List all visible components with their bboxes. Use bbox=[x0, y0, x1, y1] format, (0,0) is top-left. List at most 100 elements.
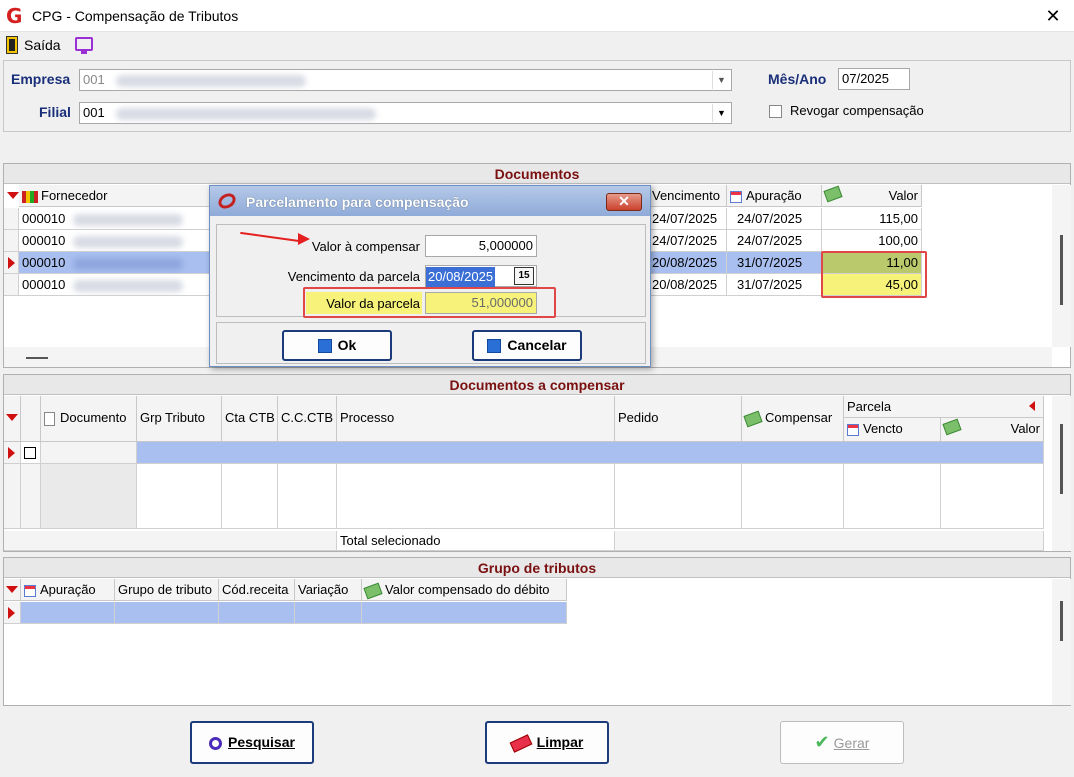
empty-cell bbox=[137, 464, 222, 529]
cell-vencimento[interactable]: 24/07/2025 bbox=[649, 230, 727, 252]
filter-panel: Empresa 001 ▼ Filial 001 ▼ Mês/Ano 07/20… bbox=[3, 60, 1071, 132]
cell-apuracao[interactable] bbox=[21, 602, 115, 624]
row-indicator[interactable] bbox=[4, 274, 19, 296]
revogar-checkbox[interactable] bbox=[769, 105, 782, 118]
cancelar-button[interactable]: Cancelar bbox=[472, 330, 582, 361]
col-grupo-tributo[interactable]: Grupo de tributo bbox=[115, 579, 219, 601]
vertical-scrollbar[interactable] bbox=[1052, 396, 1071, 551]
monitor-icon[interactable] bbox=[75, 37, 93, 54]
exit-door-icon[interactable] bbox=[6, 36, 18, 54]
row-indicator[interactable] bbox=[4, 208, 19, 230]
chevron-down-icon[interactable]: ▼ bbox=[712, 71, 730, 89]
cell-grupo[interactable] bbox=[115, 602, 219, 624]
ok-button[interactable]: Ok bbox=[282, 330, 392, 361]
col-parcela-valor[interactable]: Valor bbox=[941, 418, 1044, 442]
pesquisar-button[interactable]: Pesquisar bbox=[190, 721, 314, 764]
col-valor[interactable]: Valor bbox=[822, 185, 922, 207]
mes-ano-input[interactable]: 07/2025 bbox=[838, 68, 910, 90]
cell-cod-receita[interactable] bbox=[219, 602, 295, 624]
col-vencimento[interactable]: Vencimento bbox=[649, 185, 727, 207]
cell-variacao[interactable] bbox=[295, 602, 362, 624]
cell-vencimento[interactable]: 20/08/2025 bbox=[649, 274, 727, 296]
col-apuracao[interactable]: Apuração bbox=[21, 579, 115, 601]
valor-compensar-input[interactable]: 5,000000 bbox=[425, 235, 537, 257]
col-parcela-group[interactable]: Parcela bbox=[844, 396, 1044, 418]
col-compensar[interactable]: Compensar bbox=[742, 396, 844, 442]
col-cc-ctb[interactable]: C.C.CTB bbox=[278, 396, 337, 442]
table-row-fornecedor[interactable]: 000010 bbox=[19, 252, 214, 274]
col-apuracao[interactable]: Apuração bbox=[727, 185, 822, 207]
revogar-label: Revogar compensação bbox=[790, 103, 924, 118]
current-row-indicator-icon bbox=[8, 447, 15, 459]
chevron-down-icon[interactable]: ▼ bbox=[712, 104, 730, 122]
col-valor-compensado[interactable]: Valor compensado do débito bbox=[362, 579, 567, 601]
row-indicator[interactable] bbox=[4, 252, 19, 274]
selected-row[interactable] bbox=[137, 442, 1044, 464]
filial-combo[interactable]: 001 ▼ bbox=[79, 102, 732, 124]
exit-button[interactable]: Saída bbox=[24, 37, 61, 53]
row-indicator[interactable] bbox=[4, 602, 21, 624]
sort-indicator-icon bbox=[6, 586, 18, 593]
col-fornecedor[interactable]: Fornecedor bbox=[19, 185, 214, 207]
col-vencto[interactable]: Vencto bbox=[844, 418, 941, 442]
col-documento[interactable]: Documento bbox=[41, 396, 137, 442]
col-cta-ctb[interactable]: Cta CTB bbox=[222, 396, 278, 442]
money-icon bbox=[743, 410, 763, 427]
col-variacao[interactable]: Variação bbox=[295, 579, 362, 601]
current-row-indicator-icon bbox=[8, 257, 15, 269]
vencimento-parcela-input[interactable]: 20/08/2025 15 bbox=[425, 265, 537, 287]
dialog-close-button[interactable]: ✕ bbox=[606, 193, 642, 211]
empresa-combo[interactable]: 001 ▼ bbox=[79, 69, 732, 91]
sort-indicator-icon[interactable] bbox=[7, 192, 19, 199]
cell-apuracao[interactable]: 24/07/2025 bbox=[727, 208, 822, 230]
toolbar: Saída bbox=[0, 32, 1074, 58]
collapse-left-icon[interactable] bbox=[1029, 401, 1035, 411]
eraser-icon bbox=[509, 734, 533, 753]
cell-documento[interactable] bbox=[41, 442, 137, 464]
limpar-button[interactable]: Limpar bbox=[485, 721, 609, 764]
col-pedido[interactable]: Pedido bbox=[615, 396, 742, 442]
cell-vencimento[interactable]: 20/08/2025 bbox=[649, 252, 727, 274]
calendar-icon bbox=[730, 190, 742, 203]
close-window-button[interactable]: ✕ bbox=[1040, 4, 1066, 28]
empty-cell bbox=[21, 464, 41, 529]
empty-cell bbox=[41, 464, 137, 529]
col-cod-receita[interactable]: Cód.receita bbox=[219, 579, 295, 601]
footer-empty bbox=[615, 531, 1044, 551]
vertical-scrollbar[interactable] bbox=[1052, 185, 1071, 347]
money-icon bbox=[942, 418, 962, 436]
empty-cell bbox=[742, 464, 844, 529]
cell-vencimento[interactable]: 24/07/2025 bbox=[649, 208, 727, 230]
cell-apuracao[interactable]: 31/07/2025 bbox=[727, 274, 822, 296]
empresa-name-redacted bbox=[116, 74, 307, 87]
search-icon bbox=[209, 736, 223, 750]
cell-valor[interactable]: 115,00 bbox=[822, 208, 922, 230]
valor-highlight-box bbox=[821, 251, 927, 298]
row-indicator[interactable] bbox=[4, 442, 21, 464]
fornecedor-icon bbox=[22, 190, 38, 203]
cell-valor-compensado[interactable] bbox=[362, 602, 567, 624]
gerar-button[interactable]: ✔ Gerar bbox=[780, 721, 904, 764]
app-logo-icon: G bbox=[6, 4, 23, 28]
table-row-fornecedor[interactable]: 000010 bbox=[19, 208, 214, 230]
table-row-fornecedor[interactable]: 000010 bbox=[19, 230, 214, 252]
cell-apuracao[interactable]: 31/07/2025 bbox=[727, 252, 822, 274]
cell-apuracao[interactable]: 24/07/2025 bbox=[727, 230, 822, 252]
col-grp-tributo[interactable]: Grp Tributo bbox=[137, 396, 222, 442]
vencimento-parcela-value: 20/08/2025 bbox=[426, 267, 496, 287]
filial-value: 001 bbox=[83, 105, 105, 120]
valor-compensar-label: Valor à compensar bbox=[311, 239, 420, 254]
row-indicator[interactable] bbox=[4, 230, 19, 252]
col-processo[interactable]: Processo bbox=[337, 396, 615, 442]
valor-parcela-highlight-box bbox=[303, 287, 556, 318]
sort-header[interactable] bbox=[4, 396, 21, 442]
cell-valor[interactable]: 100,00 bbox=[822, 230, 922, 252]
row-indicator[interactable] bbox=[4, 464, 21, 529]
row-checkbox[interactable] bbox=[24, 447, 36, 459]
sort-header[interactable] bbox=[4, 579, 21, 601]
table-row-fornecedor[interactable]: 000010 bbox=[19, 274, 214, 296]
compensar-title: Documentos a compensar bbox=[4, 375, 1070, 395]
row-checkbox-cell[interactable] bbox=[21, 442, 41, 464]
vertical-scrollbar[interactable] bbox=[1052, 579, 1071, 705]
calendar-button[interactable]: 15 bbox=[514, 267, 534, 285]
